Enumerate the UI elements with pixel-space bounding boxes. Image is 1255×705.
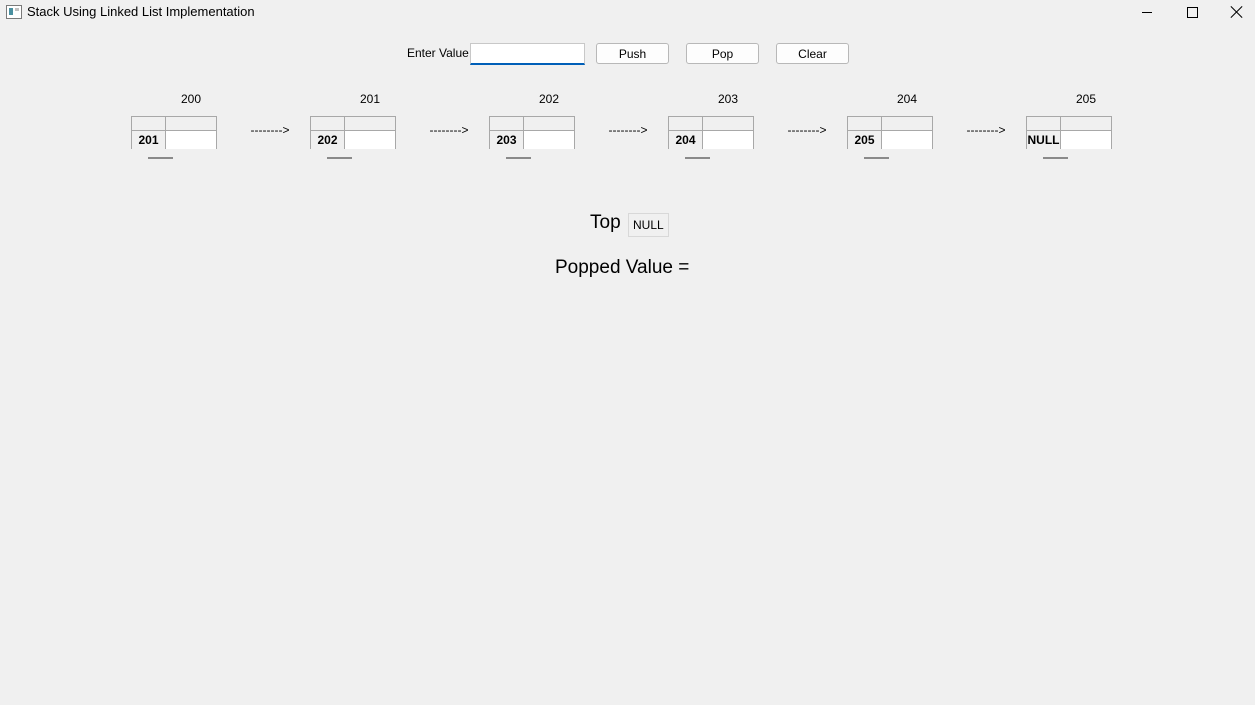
node-link-arrow: --------> [429, 123, 469, 137]
node-data-field [345, 131, 395, 149]
maximize-button[interactable] [1169, 0, 1215, 24]
list-node: 204 205 [847, 90, 957, 165]
node-box: 204 [668, 116, 754, 149]
node-link-arrow: --------> [787, 123, 827, 137]
node-box: 201 [131, 116, 217, 149]
node-address: 205 [1075, 92, 1097, 106]
close-button[interactable] [1214, 0, 1255, 24]
node-next-pointer: 205 [854, 133, 875, 147]
top-value: NULL [628, 213, 669, 237]
window-title: Stack Using Linked List Implementation [27, 4, 255, 19]
node-underline [685, 157, 710, 159]
maximize-icon [1186, 6, 1198, 18]
node-data-field [703, 131, 753, 149]
node-underline [327, 157, 352, 159]
node-link-arrow: --------> [250, 123, 290, 137]
node-address: 202 [538, 92, 560, 106]
node-box: NULL [1026, 116, 1112, 149]
popped-value-label: Popped Value = [555, 257, 690, 278]
node-address: 201 [359, 92, 381, 106]
enter-value-label: Enter Value: [407, 46, 473, 60]
app-window-icon [6, 5, 22, 19]
node-next-pointer: 203 [496, 133, 517, 147]
node-data-field [882, 131, 932, 149]
clear-button[interactable]: Clear [776, 43, 849, 64]
node-box: 202 [310, 116, 396, 149]
top-label: Top [590, 212, 621, 233]
node-data-field [1061, 131, 1111, 149]
list-node: 203 204 [668, 90, 778, 165]
node-underline [506, 157, 531, 159]
node-underline [864, 157, 889, 159]
node-next-pointer: 201 [138, 133, 159, 147]
close-icon [1231, 6, 1243, 18]
value-input[interactable] [470, 43, 585, 65]
minimize-icon [1142, 11, 1152, 13]
node-link-arrow: --------> [966, 123, 1006, 137]
node-address: 204 [896, 92, 918, 106]
node-next-pointer: 202 [317, 133, 338, 147]
title-bar: Stack Using Linked List Implementation [0, 0, 1255, 26]
node-box: 205 [847, 116, 933, 149]
node-underline [1043, 157, 1068, 159]
node-box: 203 [489, 116, 575, 149]
node-link-arrow: --------> [608, 123, 648, 137]
list-node: 200 201 [131, 90, 241, 165]
list-node: 202 203 [489, 90, 599, 165]
node-data-field [524, 131, 574, 149]
push-button[interactable]: Push [596, 43, 669, 64]
node-next-pointer: NULL [1027, 133, 1060, 147]
node-data-field [166, 131, 216, 149]
list-node: 205 NULL [1026, 90, 1136, 165]
list-node: 201 202 [310, 90, 420, 165]
minimize-button[interactable] [1124, 0, 1170, 24]
pop-button[interactable]: Pop [686, 43, 759, 64]
node-next-pointer: 204 [675, 133, 696, 147]
node-address: 203 [717, 92, 739, 106]
node-underline [148, 157, 173, 159]
node-address: 200 [180, 92, 202, 106]
